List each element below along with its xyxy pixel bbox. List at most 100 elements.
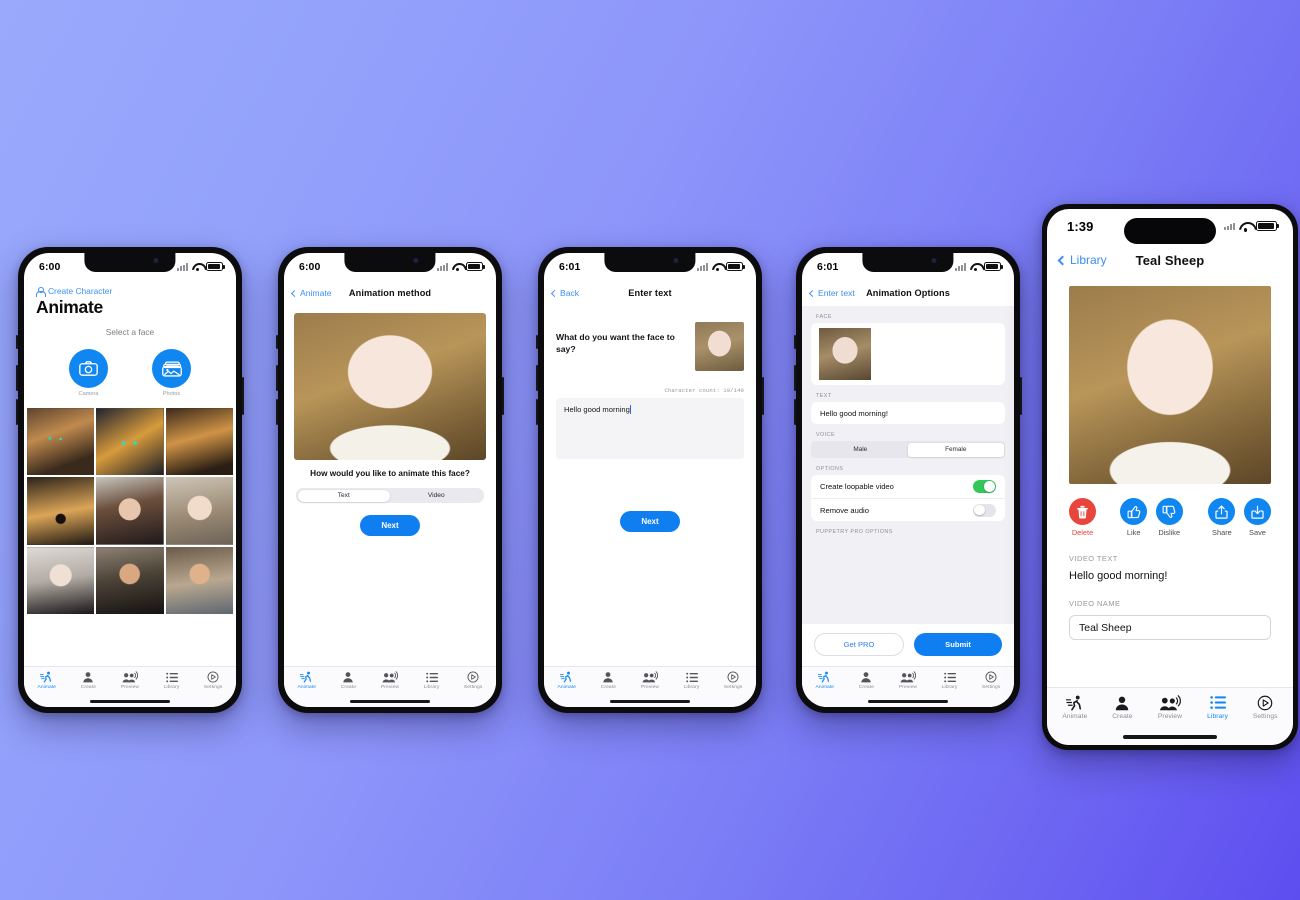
back-button[interactable]: Back bbox=[550, 288, 579, 298]
face-card[interactable] bbox=[811, 323, 1005, 385]
tab-settings[interactable]: Settings bbox=[453, 671, 493, 690]
tab-settings[interactable]: Settings bbox=[713, 671, 753, 690]
gallery-item[interactable] bbox=[165, 408, 234, 476]
loopable-video-toggle[interactable] bbox=[973, 480, 996, 493]
section-options-label: OPTIONS bbox=[816, 466, 844, 472]
option-remove-audio[interactable]: Remove audio bbox=[811, 498, 1005, 521]
tab-animate[interactable]: Animate bbox=[547, 671, 587, 690]
tab-bar: Animate Create Preview Library Settings bbox=[544, 666, 756, 696]
text-input-area[interactable]: Hello good morning bbox=[556, 398, 744, 459]
tab-preview-label: Preview bbox=[120, 684, 140, 690]
create-character-link[interactable]: Create Character bbox=[24, 280, 236, 297]
tab-create[interactable]: Create bbox=[847, 671, 887, 690]
gallery-item[interactable] bbox=[27, 546, 95, 615]
next-button[interactable]: Next bbox=[360, 515, 420, 536]
get-pro-button[interactable]: Get PRO bbox=[814, 633, 904, 656]
status-time: 6:00 bbox=[299, 260, 321, 273]
tab-preview[interactable]: Preview bbox=[1147, 694, 1192, 720]
cellular-signal-icon bbox=[697, 263, 708, 271]
nav-bar: Back Enter text bbox=[544, 280, 756, 306]
tab-library[interactable]: Library bbox=[1195, 694, 1240, 720]
dislike-button[interactable]: Dislike bbox=[1155, 498, 1183, 537]
tab-animate[interactable]: Animate bbox=[805, 671, 845, 690]
tab-animate-label: Animate bbox=[815, 684, 835, 690]
back-button[interactable]: Library bbox=[1057, 253, 1107, 267]
tab-preview-label: Preview bbox=[380, 684, 400, 690]
segment-female[interactable]: Female bbox=[908, 442, 1004, 457]
camera-button[interactable]: Camera bbox=[69, 349, 108, 397]
tab-preview[interactable]: Preview bbox=[630, 671, 670, 690]
back-button[interactable]: Animate bbox=[290, 288, 332, 298]
running-person-icon bbox=[1065, 694, 1084, 711]
gallery-item[interactable] bbox=[96, 477, 164, 545]
battery-icon bbox=[206, 262, 225, 271]
gear-play-icon bbox=[467, 671, 479, 683]
tab-preview[interactable]: Preview bbox=[888, 671, 928, 690]
tab-library-label: Library bbox=[683, 684, 700, 690]
option-loopable-video[interactable]: Create loopable video bbox=[811, 475, 1005, 498]
chevron-left-icon bbox=[1057, 255, 1068, 265]
share-button[interactable]: Share bbox=[1208, 498, 1236, 537]
chevron-left-icon bbox=[808, 289, 817, 297]
photos-button[interactable]: Photos bbox=[152, 349, 191, 397]
tab-library[interactable]: Library bbox=[930, 671, 970, 690]
status-bar: 6:01 bbox=[802, 253, 1014, 280]
next-button[interactable]: Next bbox=[620, 511, 680, 532]
gallery-item[interactable] bbox=[96, 408, 164, 476]
section-pro-label: PUPPETRY PRO OPTIONS bbox=[816, 529, 893, 535]
trash-icon bbox=[1077, 505, 1088, 518]
tab-create-label: Create bbox=[1112, 712, 1133, 720]
tab-create[interactable]: Create bbox=[329, 671, 369, 690]
tab-settings[interactable]: Settings bbox=[971, 671, 1011, 690]
tab-create[interactable]: Create bbox=[589, 671, 629, 690]
photos-button-circle bbox=[152, 349, 191, 388]
tab-settings-label: Settings bbox=[981, 684, 1001, 690]
tab-library[interactable]: Library bbox=[672, 671, 712, 690]
tab-create[interactable]: Create bbox=[69, 671, 109, 690]
voice-segmented-control[interactable]: Male Female bbox=[811, 441, 1005, 458]
running-person-icon bbox=[560, 671, 573, 683]
tab-settings[interactable]: Settings bbox=[1243, 694, 1288, 720]
like-button[interactable]: Like bbox=[1120, 498, 1148, 537]
delete-button[interactable]: Delete bbox=[1069, 498, 1096, 537]
phone5-content: Delete Like Dislike Share Save VIDEO TEX… bbox=[1047, 277, 1293, 687]
save-button[interactable]: Save bbox=[1243, 498, 1271, 537]
tab-library[interactable]: Library bbox=[152, 671, 192, 690]
video-name-input[interactable]: Teal Sheep bbox=[1069, 615, 1271, 640]
share-button-label: Share bbox=[1212, 528, 1232, 537]
face-preview-image[interactable] bbox=[294, 313, 486, 460]
tab-create-label: Create bbox=[600, 684, 617, 690]
method-segmented-control[interactable]: Text Video bbox=[296, 488, 484, 503]
tab-library[interactable]: Library bbox=[412, 671, 452, 690]
gear-play-icon bbox=[727, 671, 739, 683]
select-face-hint: Select a face bbox=[105, 327, 155, 337]
back-button[interactable]: Enter text bbox=[808, 288, 855, 298]
section-voice-label: VOICE bbox=[816, 432, 836, 438]
back-button-label: Library bbox=[1070, 253, 1107, 267]
submit-button[interactable]: Submit bbox=[914, 633, 1002, 656]
gallery-item[interactable] bbox=[165, 546, 234, 615]
create-character-label: Create Character bbox=[48, 286, 113, 296]
gallery-item[interactable] bbox=[27, 408, 95, 476]
tab-preview[interactable]: Preview bbox=[110, 671, 150, 690]
face-thumbnail[interactable] bbox=[695, 322, 744, 371]
gallery-item[interactable] bbox=[27, 477, 95, 545]
gallery-item[interactable] bbox=[96, 546, 164, 615]
remove-audio-toggle[interactable] bbox=[973, 503, 996, 517]
video-preview[interactable] bbox=[1069, 286, 1271, 484]
gallery-item[interactable] bbox=[165, 477, 234, 545]
face-gallery-grid bbox=[24, 408, 236, 615]
home-indicator bbox=[284, 696, 496, 707]
video-name-label: VIDEO NAME bbox=[1069, 599, 1121, 608]
tab-animate[interactable]: Animate bbox=[27, 671, 67, 690]
text-field[interactable]: Hello good morning! bbox=[811, 402, 1005, 424]
segment-text[interactable]: Text bbox=[297, 489, 390, 502]
tab-preview[interactable]: Preview bbox=[370, 671, 410, 690]
tab-animate[interactable]: Animate bbox=[287, 671, 327, 690]
tab-animate[interactable]: Animate bbox=[1052, 694, 1097, 720]
phone-1-animate-home: 6:00 Create Character Animate Select a f… bbox=[16, 247, 244, 713]
tab-settings[interactable]: Settings bbox=[193, 671, 233, 690]
segment-male[interactable]: Male bbox=[813, 443, 909, 457]
tab-create[interactable]: Create bbox=[1100, 694, 1145, 720]
segment-video[interactable]: Video bbox=[390, 490, 483, 502]
